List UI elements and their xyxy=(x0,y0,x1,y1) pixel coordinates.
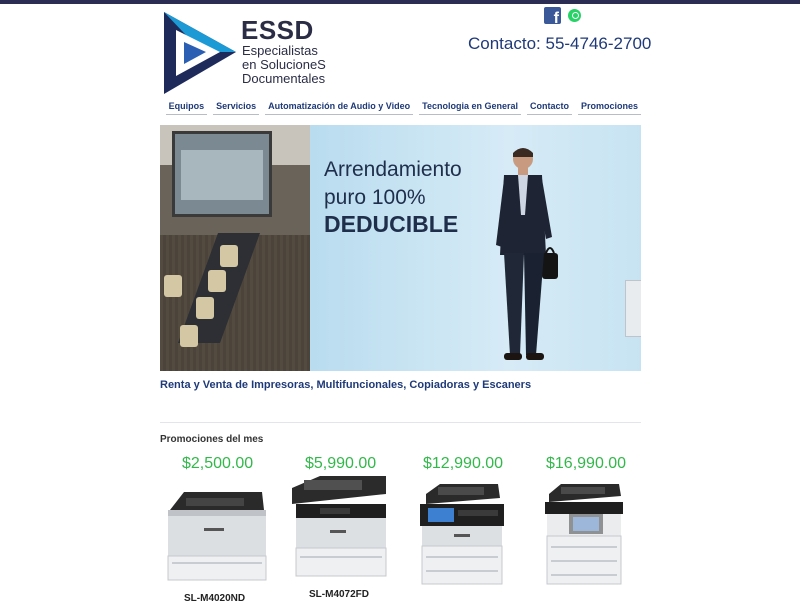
nav-item-tecnologia[interactable]: Tecnologia en General xyxy=(419,101,521,115)
promotions-title: Promociones del mes xyxy=(160,434,264,445)
services-tagline: Renta y Venta de Impresoras, Multifuncio… xyxy=(160,379,532,391)
main-nav: Equipos Servicios Automatización de Audi… xyxy=(165,101,641,115)
contact-phone[interactable]: Contacto: 55-4746-2700 xyxy=(468,34,651,54)
product-name[interactable]: SL-M4020ND xyxy=(184,593,245,604)
facebook-icon[interactable]: f xyxy=(544,7,561,24)
copier-partial-image xyxy=(625,280,641,337)
facebook-letter: f xyxy=(553,10,559,25)
product-price: $5,990.00 xyxy=(305,455,377,472)
banner-headline-line: puro 100% xyxy=(324,186,426,209)
banner-headline-line: Arrendamiento xyxy=(324,158,462,181)
businessman-image xyxy=(496,148,558,360)
essd-logo-icon[interactable] xyxy=(162,12,238,94)
product-price: $12,990.00 xyxy=(423,455,504,472)
product-price: $2,500.00 xyxy=(182,455,254,472)
product-name[interactable]: SL-M4072FD xyxy=(309,589,369,600)
banner-headline-emphasis: DEDUCIBLE xyxy=(324,211,459,237)
brand-tagline-line: Especialistas xyxy=(242,43,318,58)
nav-item-equipos[interactable]: Equipos xyxy=(165,101,208,115)
top-accent-bar xyxy=(0,0,800,4)
hero-banner: Arrendamiento puro 100% DEDUCIBLE xyxy=(160,125,641,371)
brand-tagline-line: Documentales xyxy=(242,71,326,86)
product-price: $16,990.00 xyxy=(546,455,627,472)
brand-tagline-line: en SolucioneS xyxy=(242,57,326,72)
divider xyxy=(160,422,641,423)
brand-name: ESSD xyxy=(241,15,314,45)
nav-item-servicios[interactable]: Servicios xyxy=(213,101,260,115)
nav-item-contacto[interactable]: Contacto xyxy=(526,101,572,115)
nav-item-promociones[interactable]: Promociones xyxy=(577,101,641,115)
mfp-sl-m4072fd-image[interactable] xyxy=(290,476,388,580)
conference-room-image xyxy=(160,125,310,371)
whatsapp-icon[interactable] xyxy=(568,9,581,22)
printer-sl-m4020nd-image[interactable] xyxy=(164,488,268,584)
nav-item-automatizacion[interactable]: Automatización de Audio y Video xyxy=(265,101,414,115)
mfp-tall-image[interactable] xyxy=(543,484,625,588)
mfp-large-image[interactable] xyxy=(418,484,506,586)
